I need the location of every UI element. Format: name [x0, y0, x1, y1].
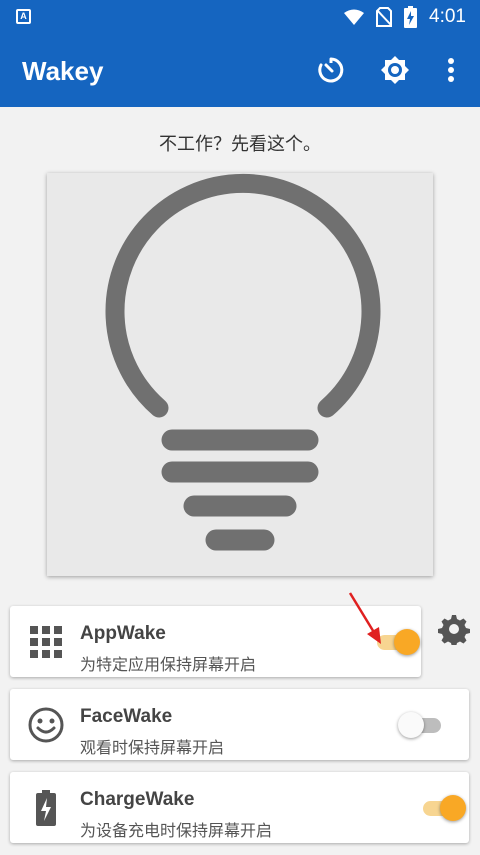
battery-charging-icon: [28, 789, 64, 826]
toggle-thumb: [398, 711, 424, 738]
status-bar: A 4:01: [0, 0, 480, 33]
chargewake-description: 为设备充电时保持屏幕开启: [80, 823, 273, 840]
toggle-thumb: [440, 794, 466, 821]
face-icon: [28, 707, 64, 743]
chargewake-card[interactable]: ChargeWake 为设备充电时保持屏幕开启: [10, 772, 469, 843]
facewake-description: 观看时保持屏幕开启: [80, 740, 225, 757]
appwake-title: AppWake: [80, 623, 166, 644]
lightbulb-icon: [105, 173, 381, 551]
facewake-toggle[interactable]: [398, 711, 444, 739]
facewake-card[interactable]: FaceWake 观看时保持屏幕开启: [10, 689, 469, 760]
chargewake-title: ChargeWake: [80, 789, 195, 810]
appwake-description: 为特定应用保持屏幕开启: [80, 657, 257, 674]
red-arrow-annotation: [348, 592, 381, 644]
no-sim-icon: [376, 7, 393, 27]
app-title: Wakey: [22, 56, 104, 86]
overflow-menu-button[interactable]: [430, 49, 472, 91]
app-notification-icon: A: [16, 9, 31, 24]
brightness-icon: [381, 56, 409, 84]
chargewake-toggle[interactable]: [420, 794, 466, 822]
battery-charging-icon: [404, 6, 418, 28]
timer-icon: [318, 57, 344, 83]
wifi-icon: [344, 9, 365, 25]
appwake-settings-gear-icon[interactable]: [438, 613, 470, 645]
status-time: 4:01: [429, 6, 466, 27]
apps-grid-icon: [28, 624, 64, 660]
facewake-title: FaceWake: [80, 706, 173, 727]
app-bar: Wakey: [0, 33, 480, 107]
toggle-thumb: [394, 628, 420, 655]
troubleshoot-hint-link[interactable]: 不工作？先看这个。: [0, 130, 480, 156]
more-vert-icon: [448, 58, 454, 82]
brightness-settings-button[interactable]: [374, 49, 416, 91]
timer-button[interactable]: [310, 49, 352, 91]
wake-toggle-panel[interactable]: [47, 173, 433, 576]
